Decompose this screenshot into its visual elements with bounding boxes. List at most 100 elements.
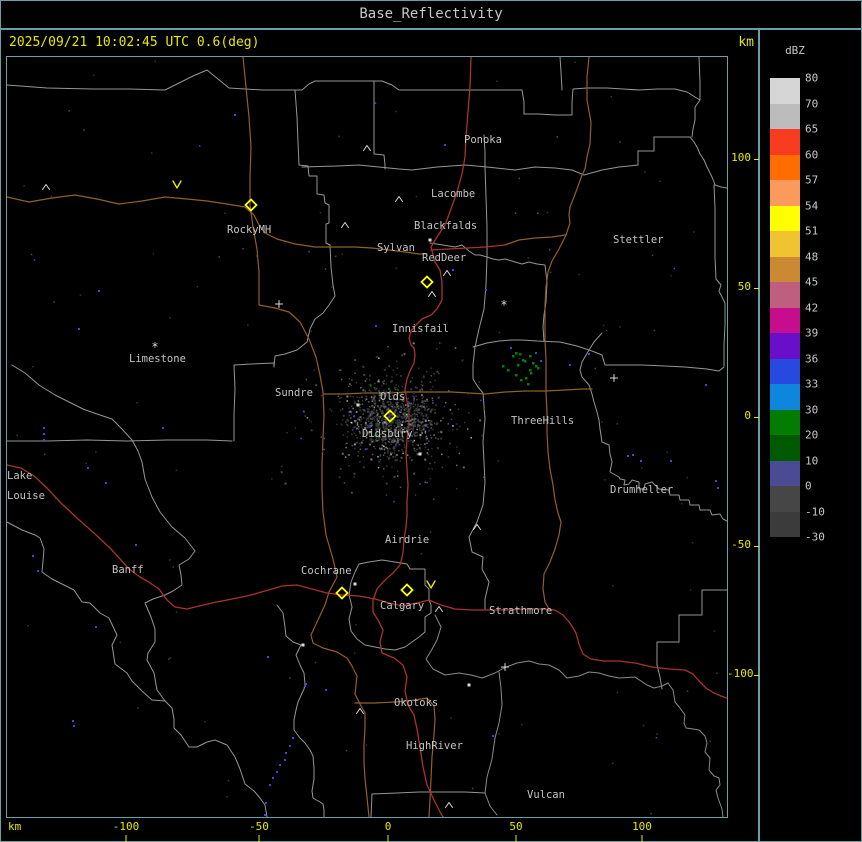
clutter-echo-pixel: [431, 397, 434, 400]
clutter-echo-pixel: [532, 362, 535, 365]
clutter-echo-pixel: [386, 465, 388, 467]
clutter-echo-pixel: [383, 368, 386, 371]
clutter-echo-pixel: [402, 420, 404, 422]
clutter-echo-pixel: [400, 456, 403, 459]
clutter-echo-pixel: [425, 435, 428, 438]
clutter-echo-pixel: [402, 412, 405, 415]
clutter-echo-pixel: [427, 419, 430, 422]
clutter-echo-pixel: [364, 448, 367, 451]
bottom-axis-tick-label: 100: [632, 820, 652, 833]
clutter-echo-pixel: [353, 432, 355, 435]
clutter-echo-pixel: [313, 369, 315, 372]
clutter-echo-pixel: [348, 407, 350, 409]
clutter-echo-pixel: [227, 779, 230, 782]
clutter-echo-pixel: [372, 416, 375, 419]
radar-site-diamond-marker[interactable]: [420, 275, 434, 289]
clutter-echo-pixel: [384, 421, 387, 424]
clutter-echo-pixel: [358, 442, 361, 445]
clutter-echo-pixel: [424, 458, 427, 461]
clutter-echo-pixel: [320, 394, 323, 397]
radar-map-canvas[interactable]: * * Ponoka Lacombe Blackfalds Sylvan RedDeer St…: [6, 56, 728, 818]
clutter-echo-pixel: [424, 430, 427, 433]
clutter-echo-pixel: [374, 404, 377, 407]
clutter-echo-pixel: [370, 458, 373, 461]
clutter-echo-pixel: [280, 471, 283, 474]
clutter-echo-pixel: [198, 145, 201, 147]
clutter-echo-pixel: [388, 447, 391, 450]
clutter-echo-pixel: [420, 552, 423, 555]
scale-tick-label: 65: [805, 122, 819, 136]
window-titlebar[interactable]: Base_Reflectivity: [0, 0, 862, 29]
clutter-echo-pixel: [349, 417, 352, 419]
clutter-echo-pixel: [370, 414, 373, 416]
clutter-echo-pixel: [421, 432, 424, 434]
clutter-echo-pixel: [392, 404, 394, 406]
clutter-echo-pixel: [479, 419, 482, 422]
clutter-echo-pixel: [416, 444, 418, 446]
clutter-echo-pixel: [713, 630, 716, 632]
city-label: Olds: [380, 391, 405, 403]
clutter-echo-pixel: [365, 424, 367, 427]
clutter-echo-pixel: [412, 441, 414, 443]
clutter-echo-pixel: [387, 422, 389, 425]
map-viewport[interactable]: * * Ponoka Lacombe Blackfalds Sylvan RedDeer St…: [6, 56, 728, 818]
clutter-echo-pixel: [397, 439, 399, 442]
clutter-echo-pixel: [421, 412, 424, 415]
clutter-echo-pixel: [441, 466, 444, 469]
clutter-echo-pixel: [381, 410, 384, 412]
clutter-echo-pixel: [404, 418, 407, 421]
clutter-echo-pixel: [413, 401, 415, 404]
clutter-echo-pixel: [376, 418, 379, 421]
clutter-echo-pixel: [403, 446, 406, 449]
clutter-echo-pixel: [374, 388, 376, 391]
clutter-echo-pixel: [442, 417, 444, 419]
clutter-echo-pixel: [537, 367, 540, 370]
clutter-echo-pixel: [352, 668, 355, 671]
clutter-echo-pixel: [388, 365, 390, 367]
clutter-echo-pixel: [426, 442, 428, 444]
clutter-echo-pixel: [349, 383, 351, 385]
clutter-echo-pixel: [483, 408, 485, 411]
city-label: Okotoks: [394, 697, 438, 709]
county-boundary-line: [11, 364, 268, 818]
clutter-echo-pixel: [338, 135, 340, 138]
river-line: [425, 614, 724, 818]
clutter-echo-pixel: [370, 442, 372, 444]
clutter-echo-pixel: [450, 418, 453, 421]
clutter-echo-pixel: [397, 405, 400, 407]
clutter-echo-pixel: [50, 195, 53, 198]
clutter-echo-pixel: [402, 450, 404, 453]
clutter-echo-pixel: [415, 195, 418, 198]
clutter-echo-pixel: [420, 383, 422, 386]
clutter-echo-pixel: [119, 641, 122, 644]
clutter-echo-pixel: [670, 275, 672, 277]
clutter-echo-pixel: [382, 445, 385, 448]
clutter-echo-pixel: [416, 453, 419, 456]
clutter-echo-pixel: [306, 417, 309, 419]
clutter-echo-pixel: [396, 475, 399, 477]
clutter-echo-pixel: [379, 458, 382, 461]
clutter-echo-pixel: [429, 477, 432, 480]
clutter-echo-pixel: [413, 409, 416, 412]
clutter-echo-pixel: [515, 374, 518, 377]
scale-color-box: [770, 282, 800, 308]
clutter-echo-pixel: [362, 365, 364, 368]
clutter-echo-pixel: [403, 415, 405, 417]
clutter-echo-pixel: [355, 381, 358, 384]
clutter-echo-pixel: [463, 421, 466, 424]
clutter-echo-pixel: [376, 405, 379, 408]
clutter-echo-pixel: [368, 423, 371, 425]
clutter-echo-pixel: [373, 419, 376, 422]
clutter-echo-pixel: [92, 74, 95, 77]
clutter-echo-pixel: [412, 395, 414, 397]
radar-site-diamond-marker[interactable]: [335, 586, 349, 600]
town-square-marker: [418, 452, 422, 456]
radar-site-diamond-marker[interactable]: [400, 583, 414, 597]
clutter-echo-pixel: [371, 422, 373, 425]
clutter-echo-pixel: [588, 353, 590, 355]
clutter-echo-pixel: [416, 415, 419, 417]
clutter-echo-pixel: [420, 411, 422, 414]
clutter-echo-pixel: [416, 406, 419, 408]
clutter-echo-pixel: [410, 388, 413, 391]
clutter-echo-pixel: [338, 369, 341, 371]
